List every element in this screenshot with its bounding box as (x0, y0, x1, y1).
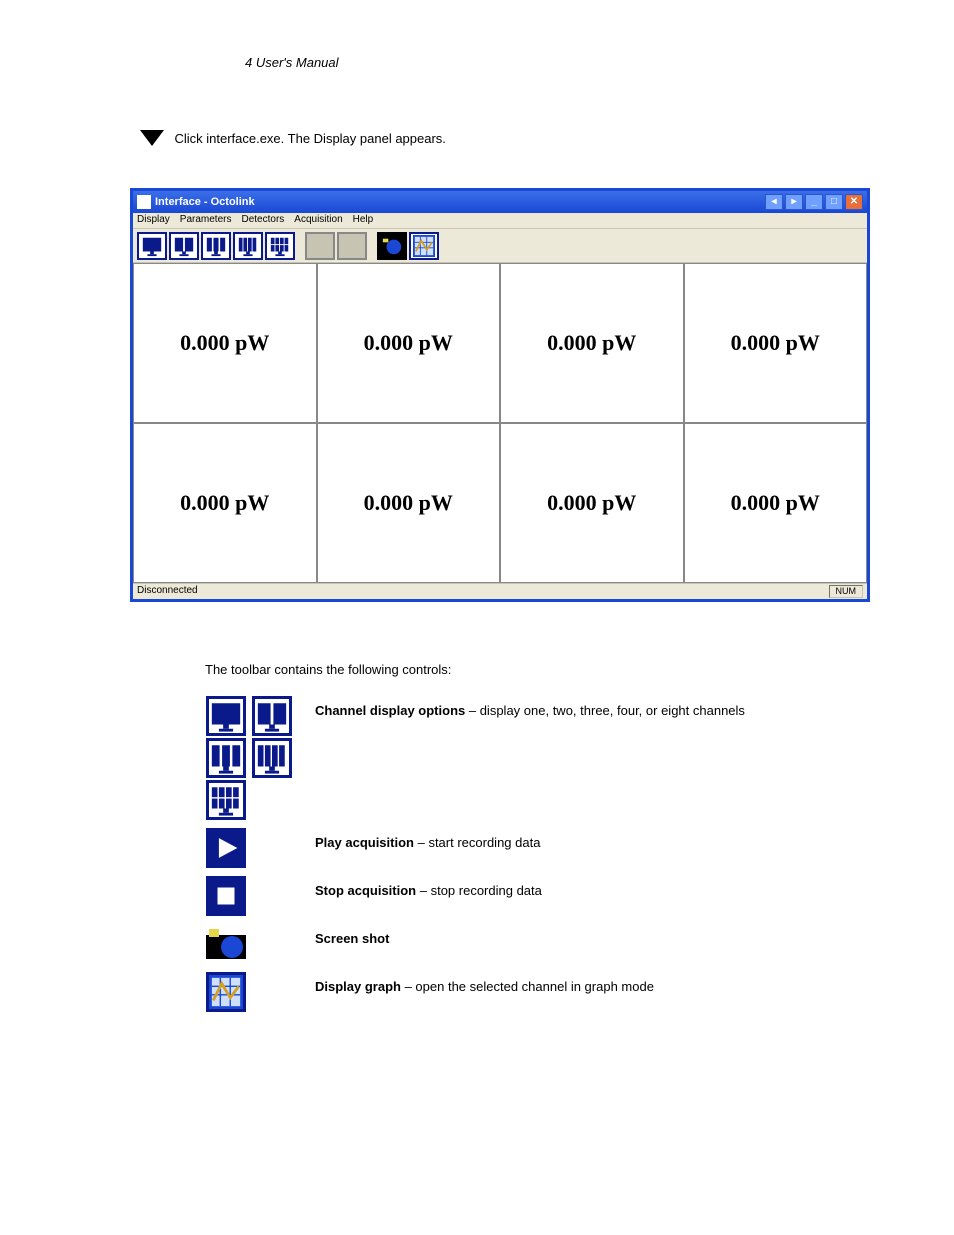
legend-label-graph: Display graph (315, 979, 401, 994)
channel-4[interactable]: 0.000 pW (684, 263, 868, 423)
menu-acquisition[interactable]: Acquisition (294, 214, 342, 227)
layout-2-icon (252, 696, 292, 736)
menu-detectors[interactable]: Detectors (241, 214, 284, 227)
camera-icon (206, 924, 246, 964)
legend-row-play: Play acquisition – start recording data (205, 827, 854, 869)
layout-8-icon (206, 780, 246, 820)
legend-label-play: Play acquisition (315, 835, 414, 850)
page-header: 4 User's Manual (245, 55, 854, 70)
graph-button[interactable] (409, 232, 439, 260)
status-left: Disconnected (137, 585, 198, 598)
layout-1-button[interactable] (137, 232, 167, 260)
next-window-button[interactable]: ▸ (785, 194, 803, 210)
layout-1-icon (206, 696, 246, 736)
legend-text-play: – start recording data (414, 835, 540, 850)
layout-3-button[interactable] (201, 232, 231, 260)
close-button[interactable]: ✕ (845, 194, 863, 210)
channel-6[interactable]: 0.000 pW (317, 423, 501, 583)
prev-window-button[interactable]: ◂ (765, 194, 783, 210)
channel-grid: 0.000 pW 0.000 pW 0.000 pW 0.000 pW 0.00… (133, 263, 867, 583)
channel-7[interactable]: 0.000 pW (500, 423, 684, 583)
maximize-button[interactable]: □ (825, 194, 843, 210)
layout-4-icon (252, 738, 292, 778)
menubar: Display Parameters Detectors Acquisition… (133, 213, 867, 229)
channel-2[interactable]: 0.000 pW (317, 263, 501, 423)
screenshot-button[interactable] (377, 232, 407, 260)
menu-parameters[interactable]: Parameters (180, 214, 232, 227)
legend-row-layouts: Channel display options – display one, t… (205, 695, 854, 821)
minimize-button[interactable]: _ (805, 194, 823, 210)
toolbar-legend: The toolbar contains the following contr… (205, 662, 854, 1013)
legend-row-screenshot: Screen shot (205, 923, 854, 965)
legend-label-screenshot: Screen shot (315, 931, 389, 946)
legend-text-layouts: – display one, two, three, four, or eigh… (465, 703, 745, 718)
channel-3[interactable]: 0.000 pW (500, 263, 684, 423)
stop-icon (206, 876, 246, 916)
layout-4-button[interactable] (233, 232, 263, 260)
menu-help[interactable]: Help (353, 214, 374, 227)
legend-label-layouts: Channel display options (315, 703, 465, 718)
legend-row-stop: Stop acquisition – stop recording data (205, 875, 854, 917)
window-title: Interface - Octolink (155, 196, 255, 208)
toolbar (133, 229, 867, 263)
stop-button[interactable] (337, 232, 367, 260)
legend-text-stop: – stop recording data (416, 883, 542, 898)
layout-8-button[interactable] (265, 232, 295, 260)
legend-label-stop: Stop acquisition (315, 883, 416, 898)
titlebar: Interface - Octolink ◂ ▸ _ □ ✕ (133, 191, 867, 213)
layout-2-button[interactable] (169, 232, 199, 260)
graph-icon (206, 972, 246, 1012)
menu-display[interactable]: Display (137, 214, 170, 227)
window-controls: ◂ ▸ _ □ ✕ (765, 194, 863, 210)
app-window: Interface - Octolink ◂ ▸ _ □ ✕ Display P… (130, 188, 870, 602)
channel-8[interactable]: 0.000 pW (684, 423, 868, 583)
app-icon (137, 195, 151, 209)
triangle-bullet-icon (140, 130, 164, 146)
channel-5[interactable]: 0.000 pW (133, 423, 317, 583)
instruction-text: Click interface.exe. The Display panel a… (174, 131, 445, 146)
legend-intro: The toolbar contains the following contr… (205, 662, 854, 677)
layout-3-icon (206, 738, 246, 778)
statusbar: Disconnected NUM (133, 583, 867, 599)
instruction: Click interface.exe. The Display panel a… (130, 130, 854, 148)
play-icon (206, 828, 246, 868)
play-button[interactable] (305, 232, 335, 260)
legend-row-graph: Display graph – open the selected channe… (205, 971, 854, 1013)
legend-text-graph: – open the selected channel in graph mod… (401, 979, 654, 994)
status-num: NUM (829, 585, 864, 598)
channel-1[interactable]: 0.000 pW (133, 263, 317, 423)
